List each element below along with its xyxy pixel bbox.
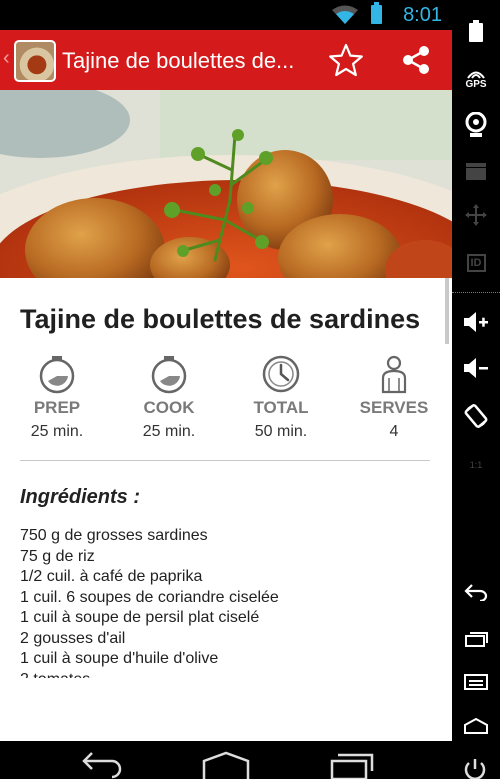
favorite-star-icon[interactable] (328, 42, 364, 78)
list-item: 2 gousses d'ail (20, 629, 126, 647)
emulator-side-controls: GPS ID 1:1 (452, 0, 500, 741)
divider (20, 460, 430, 461)
gps-signal-icon (467, 71, 485, 79)
list-item: 1 cuil à soupe de persil plat ciselé (20, 609, 260, 626)
recipe-title: Tajine de boulettes de sardines (20, 304, 421, 334)
recent-apps-icon (330, 753, 374, 779)
recent-apps-button[interactable] (452, 626, 500, 652)
stat-cook: COOK 25 min. (114, 354, 224, 441)
dpad-control[interactable] (452, 200, 500, 230)
list-item: 1 cuil à soupe d'huile d'olive (20, 650, 219, 667)
clapperboard-icon (466, 163, 486, 180)
clock-icon (262, 355, 300, 393)
list-item: 2 tomates (20, 670, 440, 679)
stat-label: SERVES (359, 398, 429, 417)
app-logo[interactable] (14, 40, 56, 82)
stat-label: COOK (143, 398, 195, 417)
battery-icon (371, 2, 382, 24)
stat-prep: PREP 25 min. (2, 354, 112, 441)
share-icon[interactable] (398, 42, 434, 78)
action-bar: ‹ Tajine de boulettes de... (0, 30, 452, 90)
recent-apps-icon (465, 632, 488, 647)
nav-back-button[interactable] (78, 751, 126, 779)
recipe-photo-art (0, 90, 452, 278)
stat-label: PREP (33, 398, 81, 417)
scale-control[interactable]: 1:1 (452, 450, 500, 480)
stat-value: 25 min. (142, 423, 196, 440)
power-icon (464, 759, 486, 779)
status-clock: 8:01 (403, 4, 442, 26)
recipe-photo (0, 90, 452, 278)
stat-serves: SERVES 4 (339, 354, 449, 441)
up-caret-icon[interactable]: ‹ (3, 48, 10, 68)
ratio-label: 1:1 (469, 460, 483, 470)
volume-down-icon (464, 358, 488, 378)
volume-down-button[interactable] (452, 352, 500, 384)
menu-button[interactable] (452, 670, 500, 696)
move-arrows-icon (465, 204, 487, 226)
stopwatch-icon (39, 356, 75, 394)
list-item: 750 g de grosses sardines (20, 527, 208, 544)
ingredients-list: 750 g de grosses sardines 75 g de riz 1/… (20, 526, 440, 678)
scrollbar[interactable] (445, 278, 449, 344)
divider (452, 292, 500, 293)
home-icon (202, 751, 250, 779)
device-id-control[interactable]: ID (452, 248, 500, 278)
back-arrow-icon (464, 584, 488, 601)
stopwatch-icon (151, 356, 187, 394)
status-bar: 8:01 (0, 0, 452, 30)
rotate-screen-icon (464, 404, 488, 428)
ingredients-heading: Ingrédients : (20, 486, 141, 508)
battery-control[interactable] (452, 14, 500, 48)
gps-control[interactable]: GPS (452, 64, 500, 94)
home-icon (464, 718, 488, 734)
recipe-content: Tajine de boulettes de sardines PREP 25 … (0, 278, 452, 741)
nav-home-button[interactable] (200, 751, 252, 779)
stat-total: TOTAL 50 min. (226, 354, 336, 441)
list-item: 1 cuil. 6 soupes de coriandre ciselée (20, 588, 279, 606)
volume-up-button[interactable] (452, 306, 500, 338)
recipe-stats: PREP 25 min. COOK 25 min. TOTAL 50 min. … (0, 354, 452, 444)
battery-icon (469, 20, 483, 42)
action-bar-title: Tajine de boulettes de... (62, 48, 295, 73)
app-screen: 8:01 ‹ Tajine de boulettes de... Tajine … (0, 0, 452, 741)
id-badge-icon: ID (466, 254, 486, 272)
stat-value: 4 (389, 423, 399, 440)
stat-value: 25 min. (30, 423, 84, 440)
volume-up-icon (464, 312, 488, 332)
list-item: 75 g de riz (20, 547, 95, 565)
menu-icon (464, 674, 488, 690)
rotate-button[interactable] (452, 400, 500, 432)
home-button[interactable] (452, 714, 500, 738)
wifi-icon (332, 5, 358, 24)
stat-value: 50 min. (254, 423, 308, 440)
list-item: 1/2 cuil. à café de paprika (20, 568, 203, 585)
gps-label: GPS (465, 78, 487, 90)
person-icon (381, 355, 407, 394)
video-control[interactable] (452, 156, 500, 186)
power-button[interactable] (460, 751, 490, 779)
back-button[interactable] (452, 578, 500, 606)
back-arrow-icon (82, 752, 122, 779)
stat-label: TOTAL (253, 398, 309, 417)
nav-recent-apps-button[interactable] (328, 751, 376, 779)
navigation-bar (0, 741, 500, 779)
webcam-icon (465, 112, 487, 137)
camera-control[interactable] (452, 108, 500, 142)
